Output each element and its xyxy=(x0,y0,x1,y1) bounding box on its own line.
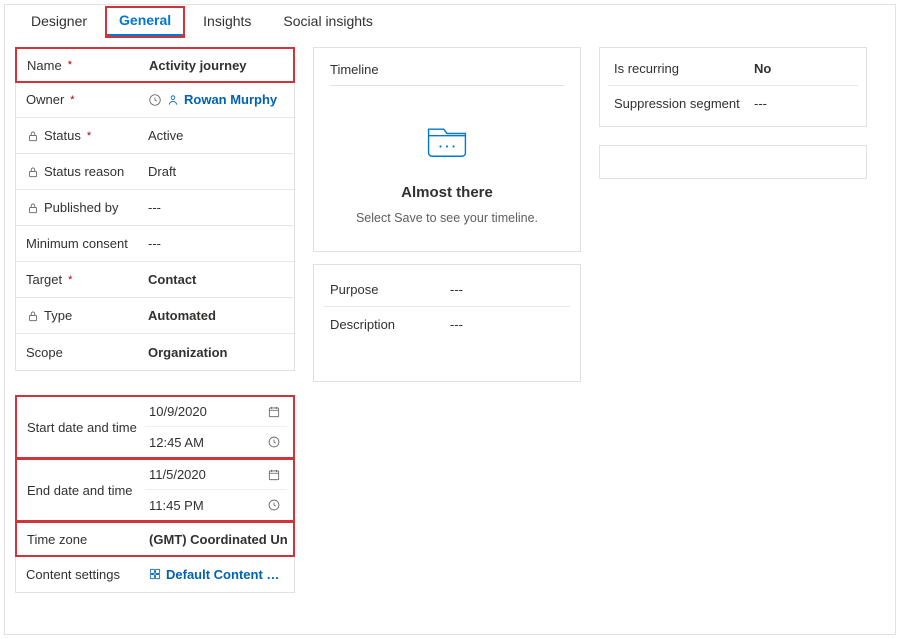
start-time-value[interactable]: 12:45 AM xyxy=(149,435,204,450)
status-reason-label: Status reason xyxy=(44,164,124,179)
row-owner: Owner * Rowan Murphy xyxy=(16,82,294,118)
recurrence-panel: Is recurring No Suppression segment --- xyxy=(599,47,867,127)
left-column: Name * Activity journey Owner * xyxy=(15,47,295,593)
purpose-label: Purpose xyxy=(330,282,450,297)
end-time-value[interactable]: 11:45 PM xyxy=(149,498,204,513)
description-value[interactable]: --- xyxy=(450,317,463,332)
person-icon xyxy=(166,93,180,107)
timeline-title: Timeline xyxy=(330,62,564,86)
schedule-fields-panel: Start date and time 10/9/2020 12:45 AM xyxy=(15,395,295,593)
row-type: Type Automated xyxy=(16,298,294,334)
row-target: Target * Contact xyxy=(16,262,294,298)
empty-panel xyxy=(599,145,867,179)
suppression-value[interactable]: --- xyxy=(754,96,767,111)
content-area: Name * Activity journey Owner * xyxy=(5,39,895,601)
description-label: Description xyxy=(330,317,450,332)
lock-icon xyxy=(26,165,40,179)
row-end-date: End date and time 11/5/2020 11:45 PM xyxy=(15,458,295,522)
min-consent-label: Minimum consent xyxy=(26,236,128,251)
status-label: Status xyxy=(44,128,81,143)
tab-social-insights[interactable]: Social insights xyxy=(269,7,387,37)
row-min-consent: Minimum consent --- xyxy=(16,226,294,262)
name-value[interactable]: Activity journey xyxy=(145,58,287,73)
suppression-label: Suppression segment xyxy=(614,96,754,111)
time-zone-value[interactable]: (GMT) Coordinated Unive xyxy=(145,532,287,547)
lock-icon xyxy=(26,201,40,215)
content-settings-link[interactable]: Default Content Set... xyxy=(166,567,286,582)
general-fields-panel: Name * Activity journey Owner * xyxy=(15,47,295,371)
target-label: Target xyxy=(26,272,62,287)
timeline-panel: Timeline Almost there Select Save to see… xyxy=(313,47,581,252)
content-settings-label: Content settings xyxy=(26,567,120,582)
meta-panel: Purpose --- Description --- xyxy=(313,264,581,382)
type-label: Type xyxy=(44,308,72,323)
owner-link[interactable]: Rowan Murphy xyxy=(184,92,277,107)
right-column: Is recurring No Suppression segment --- xyxy=(599,47,867,593)
lock-icon xyxy=(26,309,40,323)
row-suppression-segment: Suppression segment --- xyxy=(608,86,858,120)
timeline-subtext: Select Save to see your timeline. xyxy=(330,211,564,225)
lock-icon xyxy=(26,129,40,143)
scope-label: Scope xyxy=(26,345,63,360)
name-label: Name xyxy=(27,58,62,73)
recent-icon xyxy=(148,93,162,107)
status-value: Active xyxy=(144,128,288,143)
row-status-reason: Status reason Draft xyxy=(16,154,294,190)
start-date-value[interactable]: 10/9/2020 xyxy=(149,404,207,419)
calendar-icon[interactable] xyxy=(267,468,281,482)
purpose-value[interactable]: --- xyxy=(450,282,463,297)
time-zone-label: Time zone xyxy=(27,532,87,547)
target-value[interactable]: Contact xyxy=(144,272,288,287)
tab-designer[interactable]: Designer xyxy=(17,7,101,37)
content-settings-value-cell[interactable]: Default Content Set... xyxy=(144,567,288,582)
row-content-settings: Content settings Default Content Set... xyxy=(16,556,294,592)
settings-entity-icon xyxy=(148,567,162,581)
row-published-by: Published by --- xyxy=(16,190,294,226)
timeline-heading: Almost there xyxy=(330,184,564,201)
tab-insights[interactable]: Insights xyxy=(189,7,265,37)
row-start-date: Start date and time 10/9/2020 12:45 AM xyxy=(15,395,295,459)
row-time-zone: Time zone (GMT) Coordinated Unive xyxy=(15,521,295,557)
required-indicator: * xyxy=(85,130,91,142)
required-indicator: * xyxy=(66,274,72,286)
end-date-label: End date and time xyxy=(21,460,145,520)
calendar-icon[interactable] xyxy=(267,405,281,419)
end-date-value[interactable]: 11/5/2020 xyxy=(149,467,206,482)
status-reason-value: Draft xyxy=(144,164,288,179)
row-status: Status * Active xyxy=(16,118,294,154)
clock-icon[interactable] xyxy=(267,435,281,449)
clock-icon[interactable] xyxy=(267,498,281,512)
is-recurring-value[interactable]: No xyxy=(754,61,771,76)
owner-label: Owner xyxy=(26,92,64,107)
row-scope: Scope Organization xyxy=(16,334,294,370)
row-description: Description --- xyxy=(324,307,570,341)
type-value: Automated xyxy=(144,308,288,323)
row-is-recurring: Is recurring No xyxy=(608,52,858,86)
middle-column: Timeline Almost there Select Save to see… xyxy=(313,47,581,593)
folder-icon xyxy=(421,114,473,166)
scope-value[interactable]: Organization xyxy=(144,345,288,360)
is-recurring-label: Is recurring xyxy=(614,61,754,76)
required-indicator: * xyxy=(66,59,72,71)
start-date-label: Start date and time xyxy=(21,397,145,457)
row-purpose: Purpose --- xyxy=(324,273,570,307)
required-indicator: * xyxy=(68,94,74,106)
owner-value-cell[interactable]: Rowan Murphy xyxy=(144,92,288,107)
tab-strip: Designer General Insights Social insight… xyxy=(5,5,895,39)
page-container: Designer General Insights Social insight… xyxy=(4,4,896,635)
row-name: Name * Activity journey xyxy=(15,47,295,83)
min-consent-value[interactable]: --- xyxy=(144,236,288,251)
tab-general[interactable]: General xyxy=(105,6,185,38)
published-by-value: --- xyxy=(144,200,288,215)
published-by-label: Published by xyxy=(44,200,118,215)
